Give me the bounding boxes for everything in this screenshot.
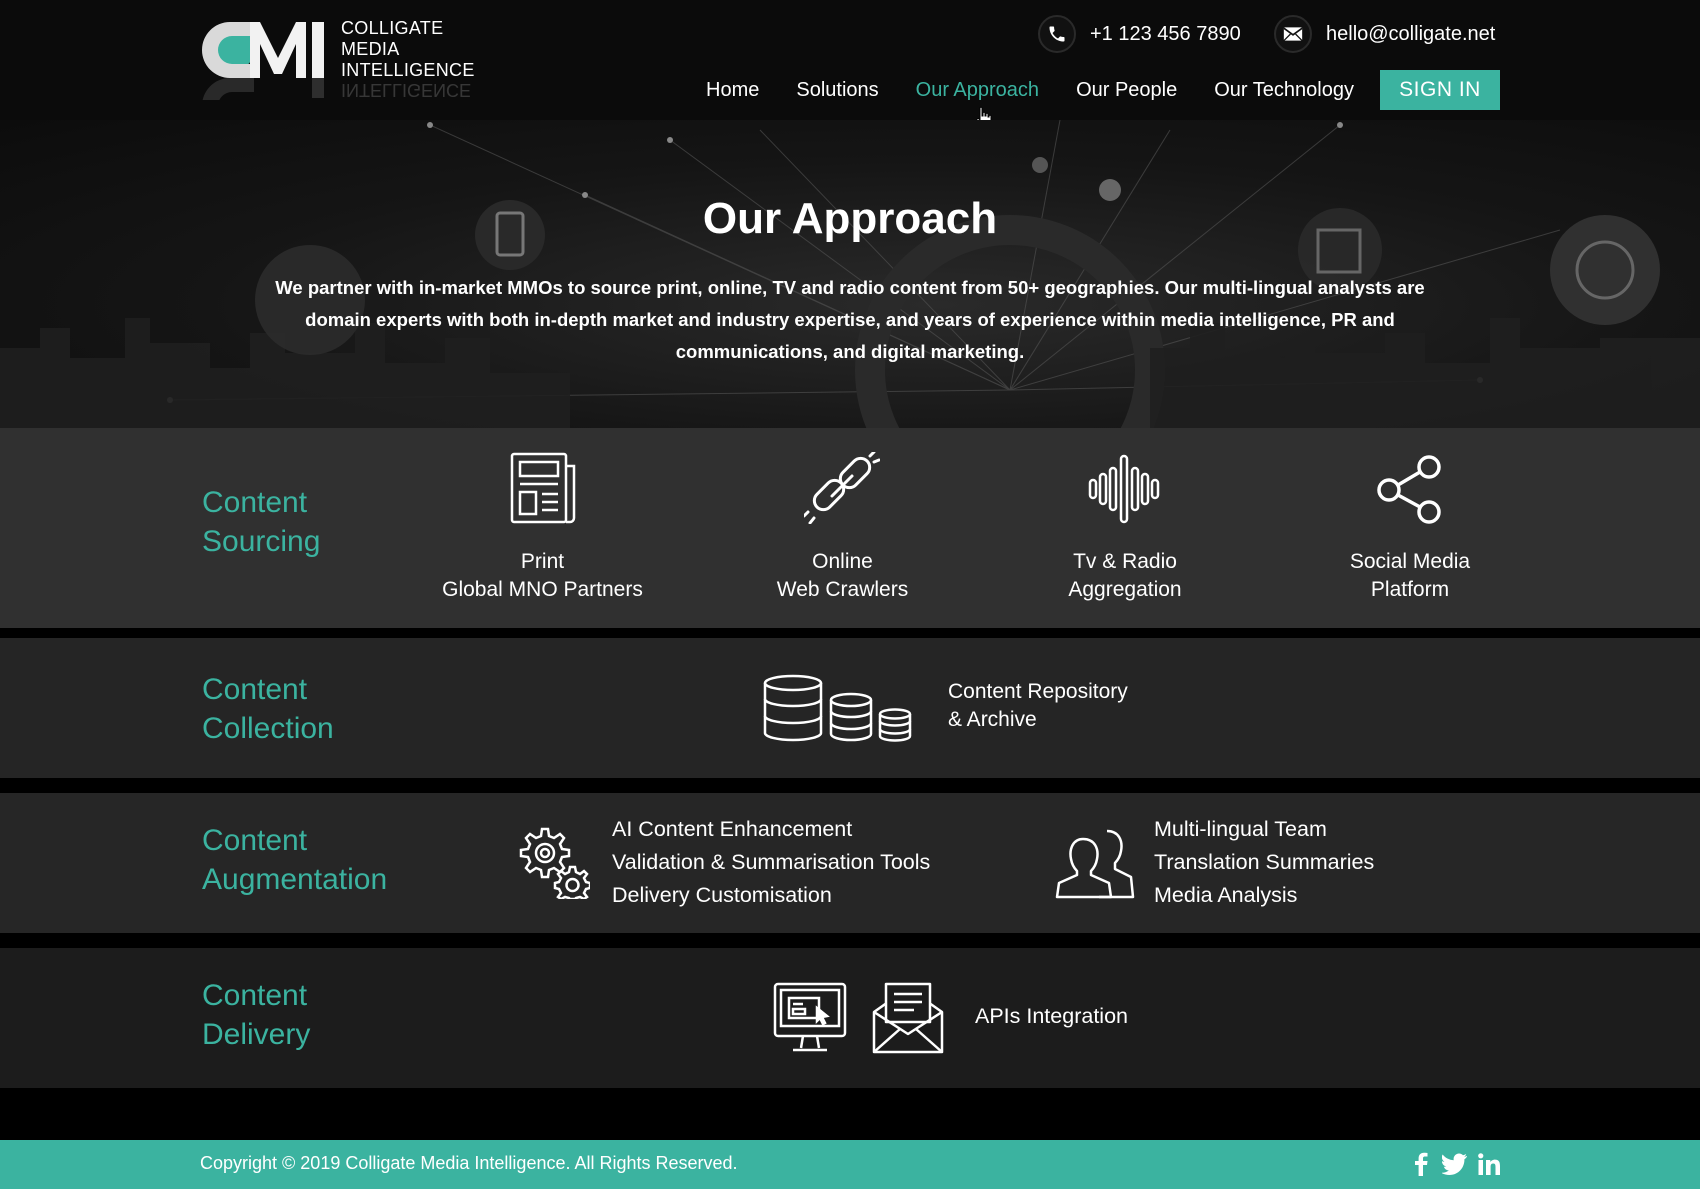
content-delivery-label: Content Delivery (202, 976, 310, 1054)
content-collection-label-line-1: Content (202, 673, 308, 706)
service-social-media-subtitle: Platform (1370, 578, 1450, 601)
augmentation-tools-line-3: Delivery Customisation (612, 883, 832, 907)
content-sourcing-label-line-2: Sourcing (202, 525, 321, 558)
linkedin-icon[interactable] (1478, 1152, 1500, 1176)
collection-line-2: & Archive (948, 708, 1037, 731)
phone-contact[interactable]: +1 123 456 7890 (1038, 14, 1241, 54)
service-tv-radio: Tv & Radio Aggregation (1020, 548, 1230, 604)
copyright-text: Copyright © 2019 Colligate Media Intelli… (200, 1153, 738, 1173)
collection-description: Content Repository & Archive (948, 678, 1128, 734)
brand-logo[interactable]: COLLIGATE MEDIA INTELLIGENCE INTELLIGENC… (200, 14, 474, 134)
phone-number[interactable]: +1 123 456 7890 (1090, 23, 1241, 46)
nav-our-approach[interactable]: Our Approach (916, 79, 1039, 102)
augmentation-team-line-3: Media Analysis (1154, 883, 1298, 907)
brand-reflection: INTELLIGENCE (341, 84, 471, 100)
facebook-icon[interactable] (1414, 1152, 1428, 1176)
collection-line-1: Content Repository (948, 680, 1128, 703)
content-augmentation-label-line-1: Content (202, 824, 308, 857)
twitter-icon[interactable] (1442, 1152, 1468, 1176)
site-header: COLLIGATE MEDIA INTELLIGENCE INTELLIGENC… (0, 0, 1700, 134)
newspaper-icon (510, 452, 576, 524)
site-footer: Copyright © 2019 Colligate Media Intelli… (0, 1140, 1700, 1189)
augmentation-tools-line-2: Validation & Summarisation Tools (612, 850, 931, 874)
monitor-icon (773, 982, 847, 1052)
service-online-title: Online (812, 550, 873, 573)
email-contact[interactable]: hello@colligate.net (1274, 14, 1495, 54)
people-icon (1055, 829, 1135, 899)
augmentation-team-line-2: Translation Summaries (1154, 850, 1375, 874)
content-collection-row: Content Collection Content Repository & … (0, 638, 1700, 778)
brand-reflection-text: INTELLIGENCE (341, 84, 472, 100)
augmentation-tools-list: AI Content Enhancement Validation & Summ… (612, 813, 930, 912)
content-delivery-row: Content Delivery APIs Integration (0, 948, 1700, 1088)
sign-in-button[interactable]: SIGN IN (1380, 70, 1500, 110)
nav-solutions[interactable]: Solutions (796, 79, 878, 102)
augmentation-tools-line-1: AI Content Enhancement (612, 817, 853, 841)
content-collection-label: Content Collection (202, 670, 334, 748)
service-social-media: Social Media Platform (1305, 548, 1515, 604)
open-envelope-icon (872, 982, 944, 1054)
content-sourcing-label-line-1: Content (202, 486, 308, 519)
service-print-title: Print (520, 550, 565, 573)
chain-link-icon (804, 452, 880, 524)
share-icon (1377, 455, 1441, 524)
content-collection-label-line-2: Collection (202, 712, 334, 745)
content-delivery-label-line-1: Content (202, 979, 308, 1012)
augmentation-team-line-1: Multi-lingual Team (1154, 817, 1327, 841)
service-print: Print Global MNO Partners (420, 548, 665, 604)
content-sourcing-label: Content Sourcing (202, 483, 320, 561)
content-augmentation-label-line-2: Augmentation (202, 863, 388, 896)
sound-wave-icon (1088, 454, 1160, 524)
brand-line-3: INTELLIGENCE (341, 60, 475, 80)
brand-name: COLLIGATE MEDIA INTELLIGENCE (341, 18, 475, 81)
content-augmentation-row: Content Augmentation AI Content Enhancem… (0, 793, 1700, 933)
email-address[interactable]: hello@colligate.net (1326, 23, 1495, 46)
service-online: Online Web Crawlers (740, 548, 945, 604)
nav-home[interactable]: Home (706, 79, 759, 102)
service-tv-radio-title: Tv & Radio (1073, 550, 1177, 573)
service-online-subtitle: Web Crawlers (776, 578, 909, 601)
intro-paragraph: We partner with in-market MMOs to source… (275, 277, 1425, 362)
phone-icon (1038, 15, 1076, 53)
content-sourcing-row: Content Sourcing Print Global MNO Partne… (0, 428, 1700, 628)
delivery-description: APIs Integration (975, 1000, 1128, 1033)
service-print-subtitle: Global MNO Partners (442, 578, 643, 601)
gears-icon (519, 827, 590, 899)
cmi-logo-mark-icon (202, 22, 324, 134)
nav-our-people[interactable]: Our People (1076, 79, 1177, 102)
delivery-text: APIs Integration (975, 1004, 1128, 1028)
augmentation-team-list: Multi-lingual Team Translation Summaries… (1154, 813, 1374, 912)
service-social-media-title: Social Media (1349, 550, 1471, 573)
content-augmentation-label: Content Augmentation (202, 821, 387, 899)
envelope-icon (1274, 15, 1312, 53)
service-tv-radio-subtitle: Aggregation (1068, 578, 1182, 601)
main-nav: Home Solutions Our Approach Our People O… (706, 70, 1391, 110)
brand-line-2: MEDIA (341, 39, 400, 59)
page-title: Our Approach (702, 194, 998, 243)
nav-our-technology[interactable]: Our Technology (1214, 79, 1354, 102)
database-icon (763, 674, 912, 742)
content-delivery-label-line-2: Delivery (202, 1018, 311, 1051)
brand-line-1: COLLIGATE (341, 18, 444, 38)
